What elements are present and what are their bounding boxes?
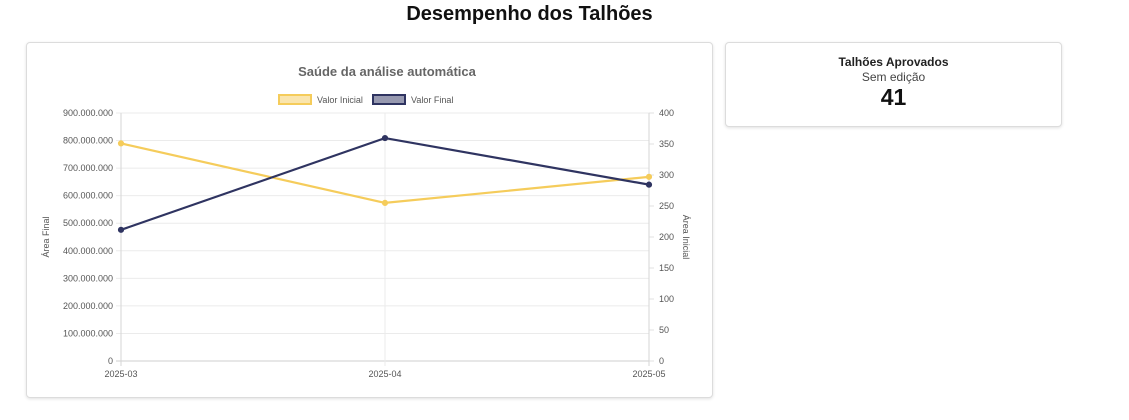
legend-label: Valor Inicial	[317, 95, 363, 105]
left-tick-label: 200.000.000	[63, 301, 113, 311]
left-tick-label: 900.000.000	[63, 108, 113, 118]
right-tick-label: 350	[659, 139, 674, 149]
right-tick-label: 100	[659, 294, 674, 304]
stat-card-value: 41	[880, 84, 907, 110]
right-tick-label: 150	[659, 263, 674, 273]
x-tick-label: 2025-04	[368, 369, 401, 379]
x-tick-label: 2025-03	[104, 369, 137, 379]
left-tick-label: 600.000.000	[63, 191, 113, 201]
right-tick-label: 50	[659, 325, 669, 335]
left-tick-label: 700.000.000	[63, 163, 113, 173]
right-tick-label: 0	[659, 356, 664, 366]
data-point	[117, 226, 125, 233]
right-tick-label: 200	[659, 232, 674, 242]
right-axis-title: Área Inicial	[681, 215, 691, 260]
left-axis-title: Área Final	[41, 216, 51, 257]
right-tick-label: 250	[659, 201, 674, 211]
data-point	[381, 134, 389, 142]
right-tick-label: 300	[659, 170, 674, 180]
data-point	[645, 173, 653, 180]
data-point	[381, 199, 389, 206]
left-tick-label: 100.000.000	[63, 328, 113, 338]
legend-label: Valor Final	[411, 95, 453, 105]
legend-swatch	[372, 94, 406, 105]
left-tick-label: 0	[108, 356, 113, 366]
left-tick-label: 800.000.000	[63, 136, 113, 146]
approved-plots-card: Talhões Aprovados Sem edição 41	[725, 42, 1062, 127]
data-point	[645, 181, 653, 188]
chart-card: Saúde da análise automática Valor Inicial…	[26, 42, 713, 398]
legend-swatch	[278, 94, 312, 105]
page-title: Desempenho dos Talhões	[406, 3, 653, 25]
stat-card-title: Talhões Aprovados	[838, 55, 949, 69]
stat-card-subtitle: Sem edição	[861, 70, 926, 84]
x-tick-label: 2025-05	[632, 369, 665, 379]
left-tick-label: 400.000.000	[63, 246, 113, 256]
data-point	[117, 140, 125, 147]
left-tick-label: 300.000.000	[63, 273, 113, 283]
left-tick-label: 500.000.000	[63, 218, 113, 228]
right-tick-label: 400	[659, 108, 674, 118]
line-chart: Saúde da análise automática Valor Inicial…	[41, 64, 691, 379]
chart-title: Saúde da análise automática	[298, 64, 477, 79]
